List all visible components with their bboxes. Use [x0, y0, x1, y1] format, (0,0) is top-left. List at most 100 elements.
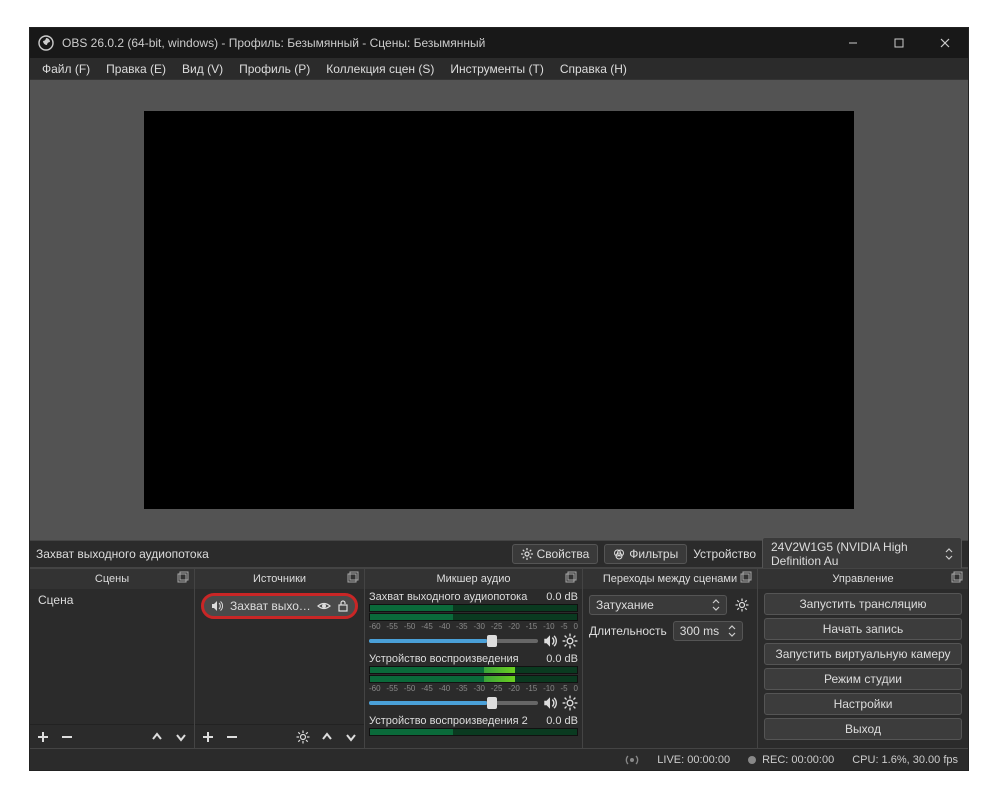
remove-source-button[interactable]: [223, 728, 241, 746]
scene-item[interactable]: Сцена: [30, 589, 194, 611]
dock-controls-title: Управление: [832, 573, 893, 585]
gear-icon[interactable]: [733, 596, 751, 614]
dock-transitions: Переходы между сценами Затухание Длитель…: [583, 569, 758, 748]
studio-mode-button[interactable]: Режим студии: [764, 668, 962, 690]
add-scene-button[interactable]: [34, 728, 52, 746]
audio-meter: [369, 675, 578, 683]
menu-help[interactable]: Справка (H): [552, 58, 635, 80]
add-source-button[interactable]: [199, 728, 217, 746]
obs-window: OBS 26.0.2 (64-bit, windows) - Профиль: …: [29, 27, 969, 771]
volume-slider[interactable]: [369, 701, 538, 705]
dock-scenes-title: Сцены: [95, 573, 129, 585]
mixer-track-name: Устройство воспроизведения 2: [369, 715, 528, 727]
duration-input[interactable]: 300 ms: [673, 621, 743, 641]
scenes-list[interactable]: Сцена: [30, 589, 194, 724]
status-cpu: CPU: 1.6%, 30.00 fps: [852, 754, 958, 766]
filters-button-label: Фильтры: [629, 547, 678, 561]
device-select[interactable]: 24V2W1G5 (NVIDIA High Definition Au: [762, 537, 962, 571]
volume-slider[interactable]: [369, 639, 538, 643]
audio-meter: [369, 666, 578, 674]
audio-meter: [369, 613, 578, 621]
record-dot-icon: [748, 756, 756, 764]
move-scene-down-button[interactable]: [172, 728, 190, 746]
start-streaming-button[interactable]: Запустить трансляцию: [764, 593, 962, 615]
speaker-icon: [210, 599, 224, 613]
audio-meter: [369, 604, 578, 612]
mixer-track-level: 0.0 dB: [546, 591, 578, 603]
exit-button[interactable]: Выход: [764, 718, 962, 740]
titlebar[interactable]: OBS 26.0.2 (64-bit, windows) - Профиль: …: [30, 28, 968, 58]
popout-icon[interactable]: [176, 571, 190, 585]
dock-controls: Управление Запустить трансляцию Начать з…: [758, 569, 968, 748]
menubar: Файл (F) Правка (E) Вид (V) Профиль (P) …: [30, 58, 968, 80]
move-scene-up-button[interactable]: [148, 728, 166, 746]
close-button[interactable]: [922, 28, 968, 58]
source-item[interactable]: Захват выходног: [201, 593, 358, 619]
duration-value: 300 ms: [680, 624, 719, 638]
remove-scene-button[interactable]: [58, 728, 76, 746]
dock-sources: Источники Захват выходног: [195, 569, 365, 748]
window-controls: [830, 28, 968, 58]
eye-icon[interactable]: [317, 599, 331, 613]
menu-edit[interactable]: Правка (E): [98, 58, 174, 80]
sources-list[interactable]: Захват выходног: [195, 589, 364, 724]
mixer-track-name: Захват выходного аудиопотока: [369, 591, 527, 603]
gear-icon[interactable]: [562, 633, 578, 649]
menu-scene-collection[interactable]: Коллекция сцен (S): [318, 58, 442, 80]
popout-icon[interactable]: [564, 571, 578, 585]
dock-mixer-header[interactable]: Микшер аудио: [365, 569, 582, 589]
popout-icon[interactable]: [950, 571, 964, 585]
statusbar: LIVE: 00:00:00 REC: 00:00:00 CPU: 1.6%, …: [30, 748, 968, 770]
speaker-icon[interactable]: [542, 633, 558, 649]
maximize-button[interactable]: [876, 28, 922, 58]
device-select-value: 24V2W1G5 (NVIDIA High Definition Au: [771, 540, 939, 568]
select-spinner-icon: [712, 599, 720, 611]
preview-area[interactable]: [30, 80, 968, 540]
move-source-up-button[interactable]: [318, 728, 336, 746]
device-label: Устройство: [693, 547, 756, 561]
gear-icon: [521, 548, 533, 560]
properties-button[interactable]: Свойства: [512, 544, 599, 564]
window-title: OBS 26.0.2 (64-bit, windows) - Профиль: …: [62, 36, 830, 50]
popout-icon[interactable]: [739, 571, 753, 585]
menu-view[interactable]: Вид (V): [174, 58, 231, 80]
source-item-label: Захват выходног: [230, 599, 311, 613]
dock-sources-header[interactable]: Источники: [195, 569, 364, 589]
minimize-button[interactable]: [830, 28, 876, 58]
gear-icon[interactable]: [562, 695, 578, 711]
transition-type-select[interactable]: Затухание: [589, 595, 727, 615]
audio-meter: [369, 728, 578, 736]
transitions-body: Затухание Длительность 300 ms: [583, 589, 757, 748]
dock-sources-title: Источники: [253, 573, 306, 585]
dock-scenes-header[interactable]: Сцены: [30, 569, 194, 589]
filter-icon: [613, 548, 625, 560]
dock-mixer: Микшер аудио Захват выходного аудиопоток…: [365, 569, 583, 748]
dock-transitions-header[interactable]: Переходы между сценами: [583, 569, 757, 589]
meter-scale: -60-55-50-45-40-35-30-25-20-15-10-50: [369, 622, 578, 631]
dock-mixer-title: Микшер аудио: [436, 573, 510, 585]
speaker-icon[interactable]: [542, 695, 558, 711]
transition-type-value: Затухание: [596, 598, 654, 612]
mixer-track: Захват выходного аудиопотока 0.0 dB -60-5…: [369, 591, 578, 649]
menu-file[interactable]: Файл (F): [34, 58, 98, 80]
menu-profile[interactable]: Профиль (P): [231, 58, 318, 80]
mixer-track: Устройство воспроизведения 2 0.0 dB: [369, 715, 578, 736]
dock-controls-header[interactable]: Управление: [758, 569, 968, 589]
lock-icon[interactable]: [337, 599, 349, 613]
start-virtualcam-button[interactable]: Запустить виртуальную камеру: [764, 643, 962, 665]
filters-button[interactable]: Фильтры: [604, 544, 687, 564]
mixer-body: Захват выходного аудиопотока 0.0 dB -60-5…: [365, 589, 582, 748]
preview-canvas: [144, 111, 854, 509]
menu-tools[interactable]: Инструменты (T): [442, 58, 551, 80]
popout-icon[interactable]: [346, 571, 360, 585]
source-settings-button[interactable]: [294, 728, 312, 746]
settings-button[interactable]: Настройки: [764, 693, 962, 715]
move-source-down-button[interactable]: [342, 728, 360, 746]
status-rec: REC: 00:00:00: [762, 754, 834, 766]
broadcast-icon: [625, 753, 639, 767]
mixer-track-level: 0.0 dB: [546, 715, 578, 727]
mixer-track: Устройство воспроизведения0.0 dB -60-55-…: [369, 653, 578, 711]
controls-body: Запустить трансляцию Начать запись Запус…: [758, 589, 968, 748]
start-recording-button[interactable]: Начать запись: [764, 618, 962, 640]
mixer-track-name: Устройство воспроизведения: [369, 653, 519, 665]
